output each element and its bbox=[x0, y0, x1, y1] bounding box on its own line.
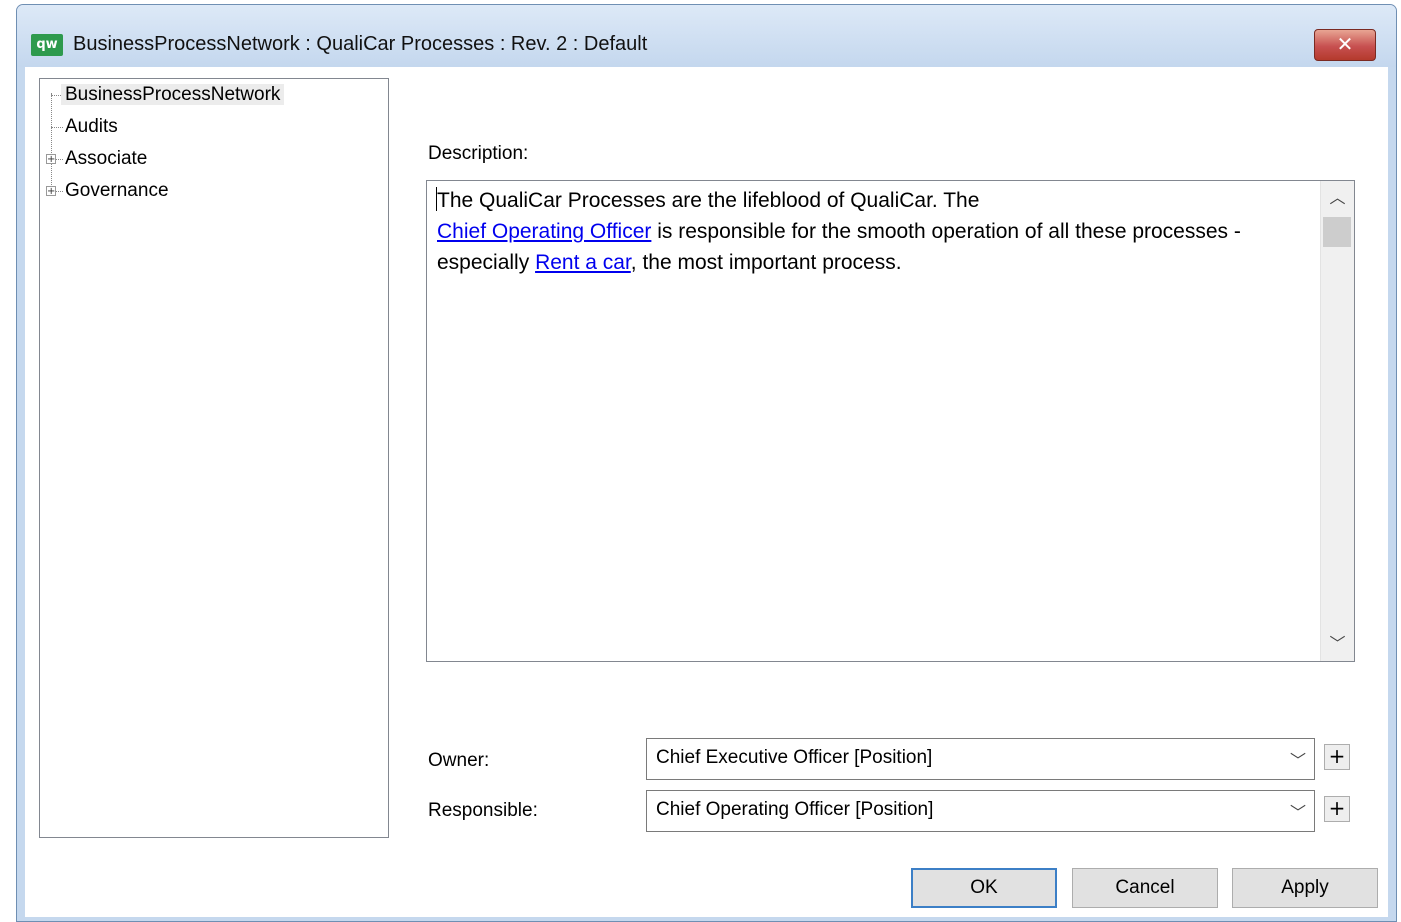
apply-button[interactable]: Apply bbox=[1232, 868, 1378, 908]
description-text-part: The QualiCar Processes are the lifeblood… bbox=[437, 189, 980, 212]
vertical-scrollbar[interactable]: ︿ ﹀ bbox=[1320, 181, 1354, 661]
scroll-thumb[interactable] bbox=[1323, 217, 1351, 247]
app-icon: qw bbox=[31, 34, 63, 56]
close-icon: ✕ bbox=[1336, 32, 1354, 56]
responsible-dropdown[interactable]: Chief Operating Officer [Position] ﹀ bbox=[646, 790, 1315, 832]
description-text[interactable]: The QualiCar Processes are the lifeblood… bbox=[437, 185, 1317, 278]
close-button[interactable]: ✕ bbox=[1314, 29, 1376, 61]
tree-item-label: Audits bbox=[65, 116, 118, 137]
owner-label: Owner: bbox=[428, 750, 490, 771]
scroll-up-icon[interactable]: ︿ bbox=[1321, 181, 1354, 215]
title-bar[interactable]: qw BusinessProcessNetwork : QualiCar Pro… bbox=[17, 5, 1396, 67]
dialog-body: BusinessProcessNetwork Audits + Associat… bbox=[25, 67, 1388, 917]
tree-item-audits[interactable]: Audits bbox=[61, 114, 122, 140]
add-owner-button[interactable]: + bbox=[1324, 744, 1350, 770]
add-responsible-button[interactable]: + bbox=[1324, 796, 1350, 822]
responsible-value: Chief Operating Officer [Position] bbox=[656, 799, 934, 820]
tree-item-label: Governance bbox=[65, 180, 169, 201]
expand-icon[interactable]: + bbox=[46, 154, 56, 165]
window-title: BusinessProcessNetwork : QualiCar Proces… bbox=[73, 33, 648, 55]
scroll-down-icon[interactable]: ﹀ bbox=[1321, 627, 1354, 661]
responsible-label: Responsible: bbox=[428, 800, 538, 821]
navigation-tree[interactable]: BusinessProcessNetwork Audits + Associat… bbox=[39, 78, 389, 838]
owner-value: Chief Executive Officer [Position] bbox=[656, 747, 933, 768]
tree-item-governance[interactable]: Governance bbox=[61, 178, 173, 204]
ok-button[interactable]: OK bbox=[911, 868, 1057, 908]
chevron-down-icon: ﹀ bbox=[1289, 751, 1306, 770]
expand-icon[interactable]: + bbox=[46, 186, 56, 197]
description-label: Description: bbox=[428, 143, 529, 164]
chief-operating-officer-link[interactable]: Chief Operating Officer bbox=[437, 220, 651, 243]
description-text-part: , the most important process. bbox=[630, 251, 902, 274]
description-editor[interactable]: The QualiCar Processes are the lifeblood… bbox=[426, 180, 1355, 662]
rent-a-car-link[interactable]: Rent a car bbox=[535, 251, 631, 274]
tree-connector-line bbox=[51, 93, 52, 195]
tree-item-businessprocessnetwork[interactable]: BusinessProcessNetwork bbox=[61, 82, 285, 108]
cancel-button[interactable]: Cancel bbox=[1072, 868, 1218, 908]
tree-item-associate[interactable]: Associate bbox=[61, 146, 151, 172]
dialog-window: qw BusinessProcessNetwork : QualiCar Pro… bbox=[16, 4, 1397, 922]
chevron-down-icon: ﹀ bbox=[1289, 803, 1306, 822]
tree-item-label: BusinessProcessNetwork bbox=[61, 84, 285, 105]
tree-item-label: Associate bbox=[65, 148, 148, 169]
owner-dropdown[interactable]: Chief Executive Officer [Position] ﹀ bbox=[646, 738, 1315, 780]
